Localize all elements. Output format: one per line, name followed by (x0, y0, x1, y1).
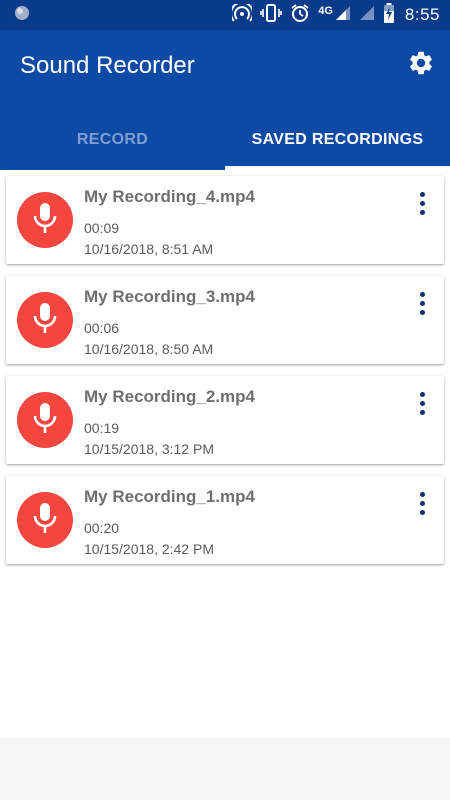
tab-record-label: RECORD (76, 131, 149, 148)
more-vert-icon (419, 491, 425, 497)
recording-card[interactable]: My Recording_3.mp4 00:06 10/16/2018, 8:5… (6, 276, 444, 364)
recording-date: 10/15/2018, 2:42 PM (84, 541, 214, 557)
vibrate-icon (260, 3, 283, 27)
more-options-button[interactable] (410, 386, 434, 420)
recording-duration: 00:20 (84, 520, 120, 536)
mic-avatar (17, 292, 73, 348)
app-bar: Sound Recorder RECORD SAVED RECORDINGS (0, 30, 450, 170)
hotspot-icon (230, 1, 255, 27)
battery-charging-icon (383, 2, 395, 28)
recording-duration: 00:09 (84, 220, 120, 236)
status-bar: 4G 8:55 (0, 0, 450, 30)
recording-card[interactable]: My Recording_2.mp4 00:19 10/15/2018, 3:1… (6, 376, 444, 464)
notification-dot-icon (14, 5, 30, 26)
alarm-icon (290, 3, 310, 28)
gear-icon (407, 49, 435, 82)
settings-button[interactable] (406, 50, 436, 80)
network-type-label: 4G (318, 5, 333, 17)
more-options-button[interactable] (410, 486, 434, 520)
tab-saved-recordings-label: SAVED RECORDINGS (251, 131, 424, 148)
bottom-area (0, 738, 450, 800)
clock: 8:55 (404, 5, 440, 24)
microphone-icon (31, 301, 59, 340)
recording-duration: 00:06 (84, 320, 120, 336)
microphone-icon (31, 501, 59, 540)
recording-name: My Recording_4.mp4 (84, 187, 255, 206)
recording-card[interactable]: My Recording_1.mp4 00:20 10/15/2018, 2:4… (6, 476, 444, 564)
tab-bar: RECORD SAVED RECORDINGS (0, 110, 450, 170)
mic-avatar (17, 392, 73, 448)
recording-name: My Recording_2.mp4 (84, 387, 255, 406)
more-options-button[interactable] (410, 186, 434, 220)
recording-date: 10/16/2018, 8:51 AM (84, 241, 214, 257)
more-vert-icon (419, 291, 425, 297)
mic-avatar (17, 192, 73, 248)
microphone-icon (31, 401, 59, 440)
more-options-button[interactable] (410, 286, 434, 320)
tab-record[interactable]: RECORD (0, 110, 225, 170)
app-title: Sound Recorder (20, 52, 195, 79)
microphone-icon (31, 201, 59, 240)
tab-saved-recordings[interactable]: SAVED RECORDINGS (225, 110, 450, 170)
active-tab-indicator (225, 166, 450, 170)
more-vert-icon (419, 391, 425, 397)
recording-duration: 00:19 (84, 420, 120, 436)
recording-date: 10/16/2018, 8:50 AM (84, 341, 214, 357)
mic-avatar (17, 492, 73, 548)
recording-name: My Recording_1.mp4 (84, 487, 255, 506)
recording-date: 10/15/2018, 3:12 PM (84, 441, 214, 457)
more-vert-icon (419, 191, 425, 197)
recording-card[interactable]: My Recording_4.mp4 00:09 10/16/2018, 8:5… (6, 176, 444, 264)
signal-secondary-icon (359, 5, 375, 26)
signal-icon (335, 5, 351, 26)
recording-name: My Recording_3.mp4 (84, 287, 255, 306)
